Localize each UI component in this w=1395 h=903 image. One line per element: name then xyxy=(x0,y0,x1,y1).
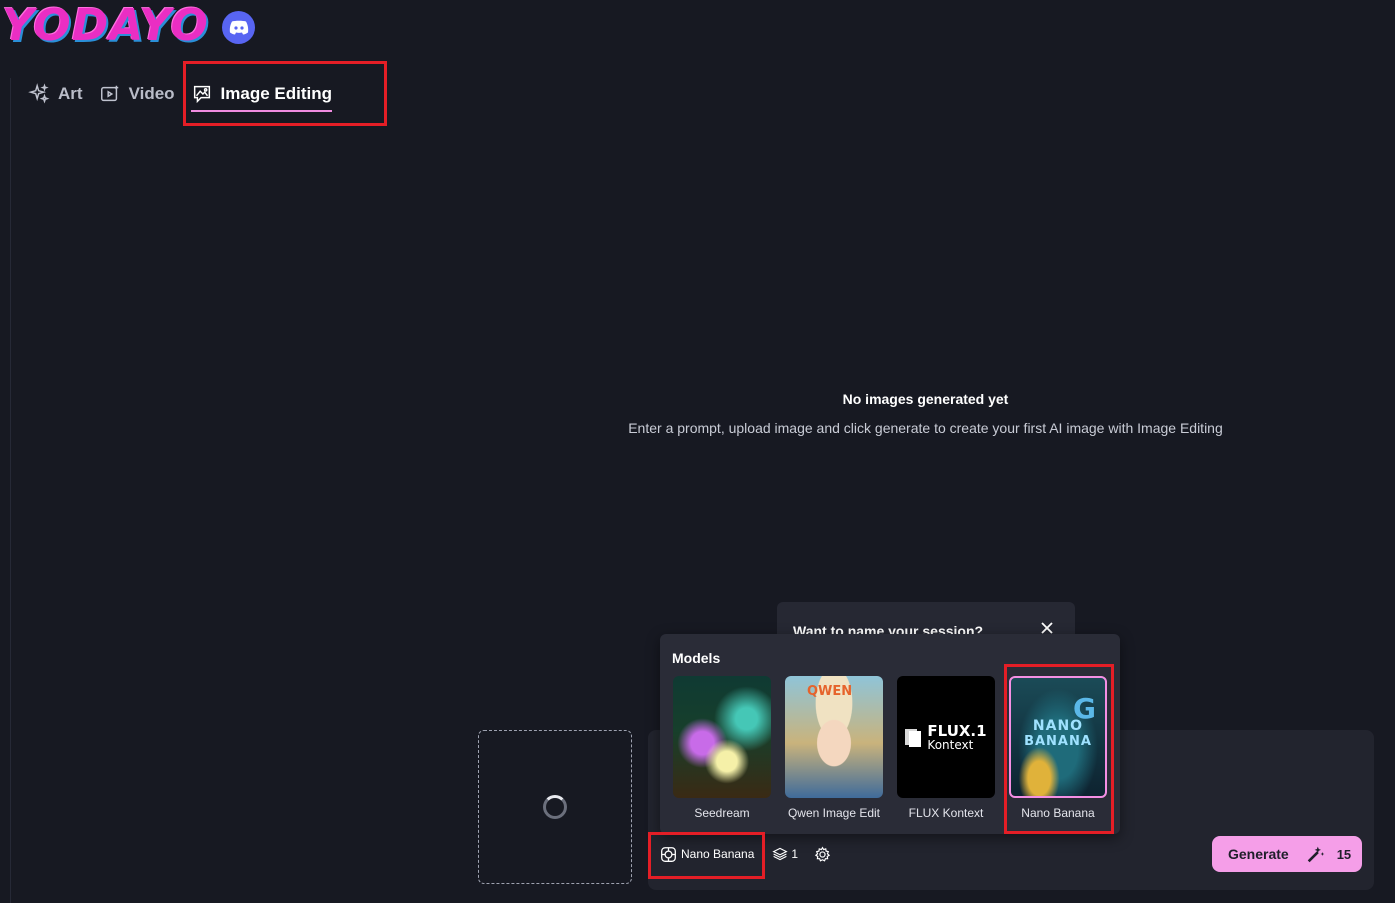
model-label-flux: FLUX Kontext xyxy=(908,806,984,820)
tab-video-label: Video xyxy=(128,84,175,103)
image-upload-dropzone[interactable] xyxy=(478,730,632,884)
model-thumb-flux: FLUX.1 Kontext xyxy=(897,676,995,798)
discord-icon[interactable] xyxy=(222,11,255,44)
highlight-box-tab xyxy=(183,61,387,126)
flux-thumb-small: Kontext xyxy=(927,737,974,752)
model-thumb-seedream xyxy=(673,676,771,798)
left-rail xyxy=(10,78,11,903)
tab-video[interactable]: Video xyxy=(99,78,175,110)
loading-spinner-icon xyxy=(543,795,567,819)
flux-logo-icon xyxy=(905,727,922,747)
video-play-icon xyxy=(100,85,118,102)
generate-label: Generate xyxy=(1228,846,1289,862)
model-thumb-qwen: QWEN xyxy=(785,676,883,798)
model-card-qwen[interactable]: QWEN Qwen Image Edit xyxy=(785,676,883,820)
yodayo-logo[interactable]: YODAYO xyxy=(2,0,209,52)
highlight-box-model xyxy=(1004,664,1114,834)
model-card-seedream[interactable]: Seedream xyxy=(673,676,771,820)
magic-wand-icon xyxy=(1307,846,1324,863)
flux-thumb-big: FLUX.1 xyxy=(927,721,987,740)
highlight-box-toolbar xyxy=(648,832,765,879)
empty-state-title: No images generated yet xyxy=(842,391,1009,407)
image-count-button[interactable]: 1 xyxy=(772,846,798,862)
image-count-value: 1 xyxy=(791,847,799,861)
gear-icon[interactable] xyxy=(814,846,831,863)
model-label-qwen: Qwen Image Edit xyxy=(787,806,881,820)
qwen-thumb-text: QWEN xyxy=(807,684,853,699)
sparkles-icon xyxy=(28,83,50,104)
page: YODAYO Art Video Image Editing No images… xyxy=(0,0,1395,903)
layers-icon xyxy=(772,847,789,861)
tab-art[interactable]: Art xyxy=(28,78,83,110)
discord-glyph xyxy=(229,20,248,35)
models-heading: Models xyxy=(672,650,721,666)
model-card-flux-kontext[interactable]: FLUX.1 Kontext FLUX Kontext xyxy=(897,676,995,820)
model-label-seedream: Seedream xyxy=(694,806,750,820)
generate-button[interactable]: Generate 15 xyxy=(1212,836,1362,872)
generate-cost: 15 xyxy=(1336,846,1352,862)
tab-art-label: Art xyxy=(58,84,83,103)
flux-thumb-text: FLUX.1 Kontext xyxy=(927,721,987,752)
empty-state-subtitle: Enter a prompt, upload image and click g… xyxy=(628,420,1223,436)
